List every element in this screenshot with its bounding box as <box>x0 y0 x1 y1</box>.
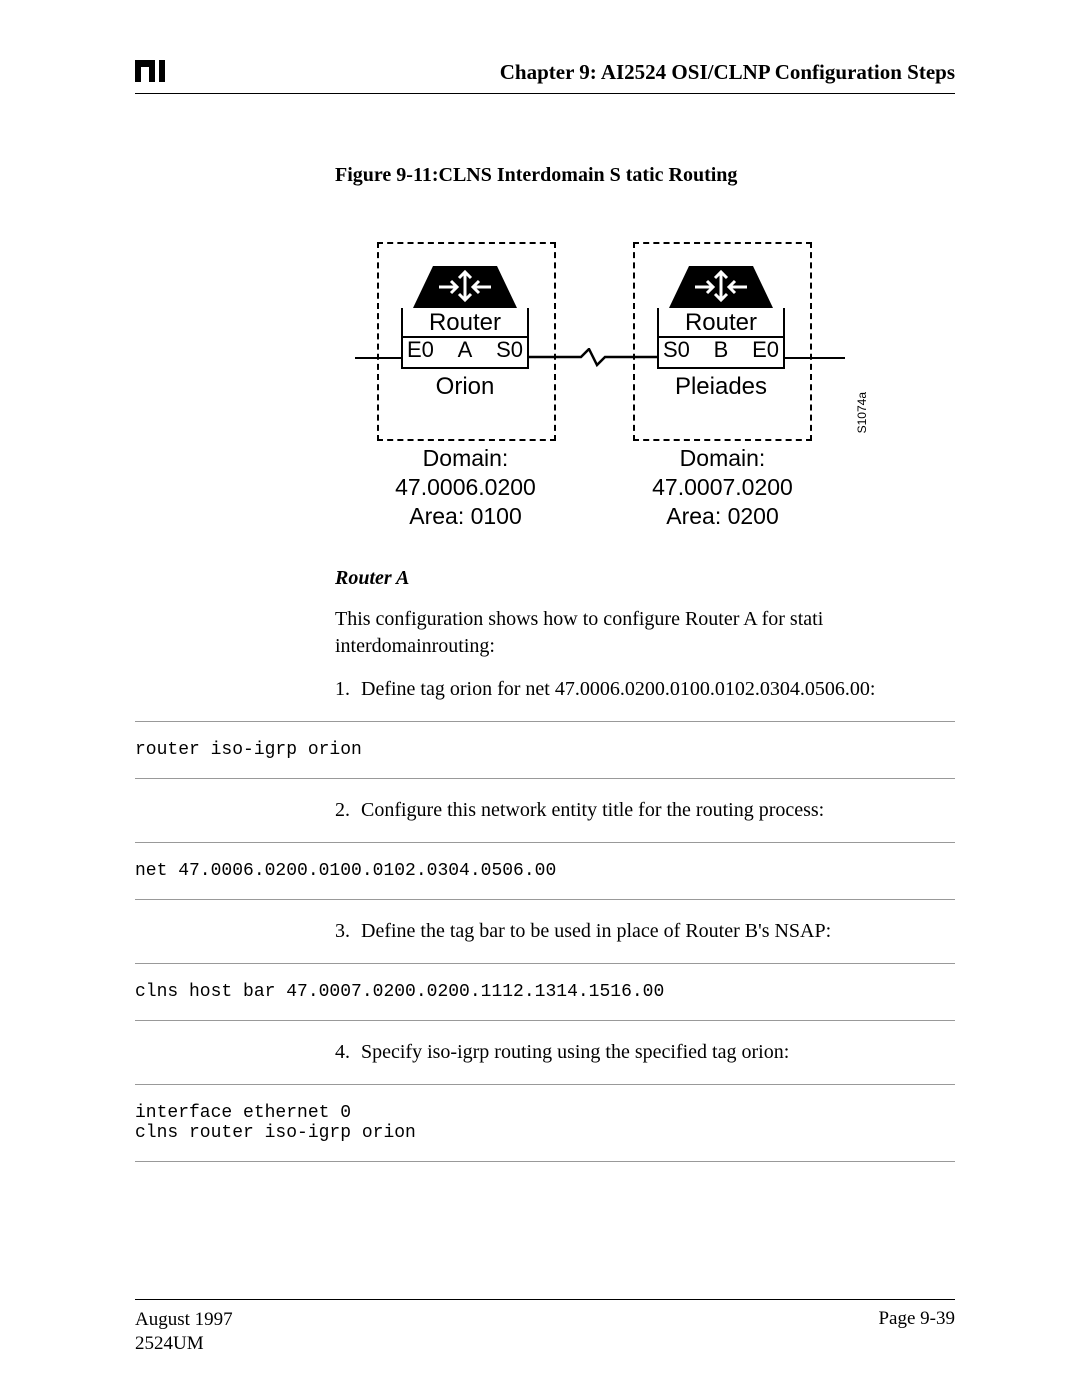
code-block-1: router iso-igrp orion <box>135 721 955 779</box>
step-3: 3. Define the tag bar to be used in plac… <box>335 918 955 945</box>
figure-caption: Figure 9-11:CLNS Interdomain S tatic Rou… <box>335 164 955 187</box>
router-b: Router S0 B E0 Pleiades <box>657 260 785 401</box>
figure-id: S1074a <box>855 392 869 433</box>
router-icon <box>661 260 781 308</box>
section-heading: Router A <box>335 567 955 590</box>
figure-diagram: Router E0 A S0 Orion <box>355 242 855 532</box>
logo-icon <box>135 60 177 82</box>
port-left: S0 <box>663 338 690 362</box>
network-name: Orion <box>401 373 529 401</box>
page-footer: August 1997 2524UM Page 9-39 <box>135 1299 955 1357</box>
step-4: 4. Specify iso-igrp routing using the sp… <box>335 1039 955 1066</box>
network-name: Pleiades <box>657 373 785 401</box>
code-block-3: clns host bar 47.0007.0200.0200.1112.131… <box>135 963 955 1021</box>
port-right: S0 <box>496 338 523 362</box>
router-id: A <box>458 338 473 362</box>
area-label: Area: 0200 <box>610 502 835 531</box>
domain-text-a: Domain: 47.0006.0200 Area: 0100 <box>353 444 578 530</box>
code-block-2: net 47.0006.0200.0100.0102.0304.0506.00 <box>135 842 955 900</box>
router-name: Router <box>659 310 783 336</box>
router-icon <box>405 260 525 308</box>
step-1: 1. Define tag orion for net 47.0006.0200… <box>335 676 955 703</box>
page-header: Chapter 9: AI2524 OSI/CLNP Configuration… <box>135 60 955 94</box>
footer-doc: 2524UM <box>135 1333 204 1354</box>
domain-label: Domain: 47.0006.0200 <box>353 444 578 502</box>
footer-left: August 1997 2524UM <box>135 1308 233 1357</box>
router-id: B <box>714 338 729 362</box>
port-left: E0 <box>407 338 434 362</box>
step-2: 2. Configure this network entity title f… <box>335 797 955 824</box>
code-block-4: interface ethernet 0 clns router iso-igr… <box>135 1084 955 1162</box>
page: Chapter 9: AI2524 OSI/CLNP Configuration… <box>0 0 1080 1397</box>
port-right: E0 <box>752 338 779 362</box>
router-a: Router E0 A S0 Orion <box>401 260 529 401</box>
footer-date: August 1997 <box>135 1309 233 1330</box>
router-label: Router E0 A S0 <box>401 308 529 369</box>
area-label: Area: 0100 <box>353 502 578 531</box>
content-area: Figure 9-11:CLNS Interdomain S tatic Rou… <box>335 164 955 1162</box>
domain-text-b: Domain: 47.0007.0200 Area: 0200 <box>610 444 835 530</box>
footer-page: Page 9-39 <box>878 1308 955 1357</box>
router-label: Router S0 B E0 <box>657 308 785 369</box>
intro-text: This configuration shows how to configur… <box>335 606 955 660</box>
router-name: Router <box>403 310 527 336</box>
chapter-title: Chapter 9: AI2524 OSI/CLNP Configuration… <box>500 60 955 85</box>
domain-label: Domain: 47.0007.0200 <box>610 444 835 502</box>
